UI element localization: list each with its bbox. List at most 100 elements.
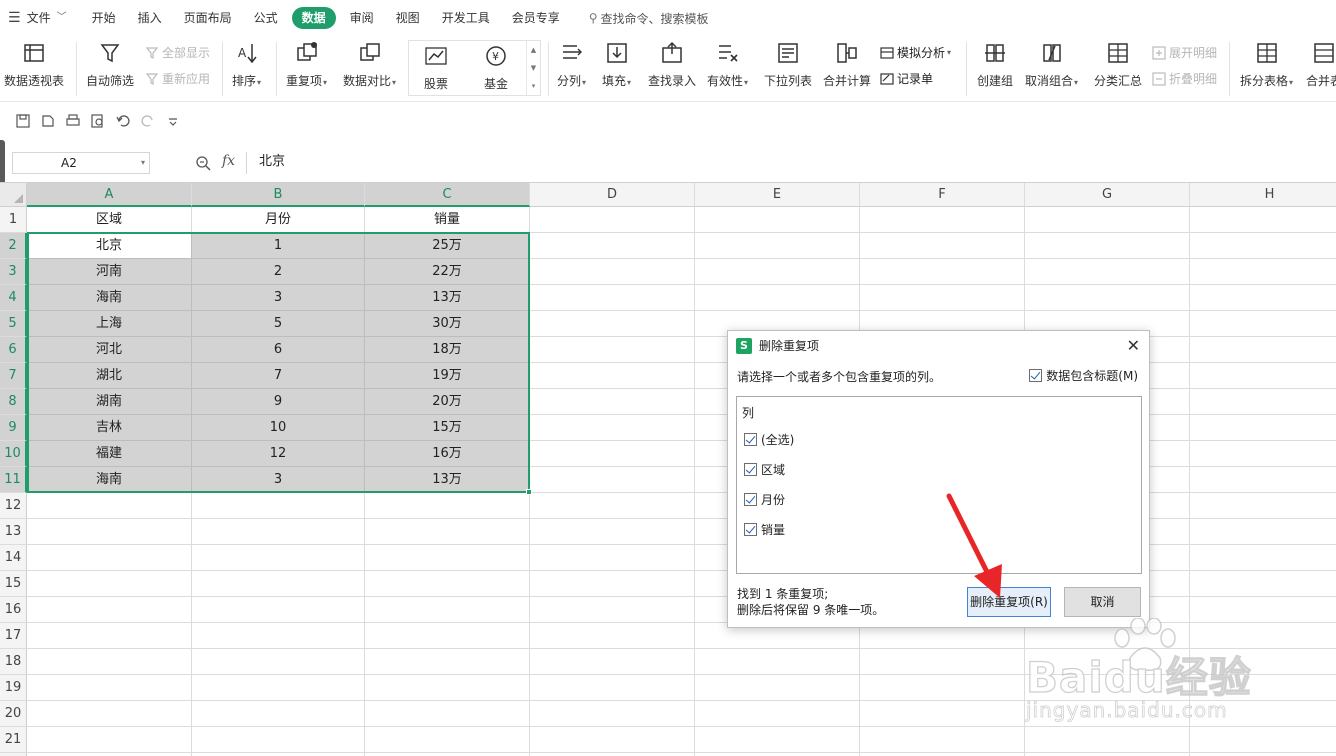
empty-cell[interactable]: [530, 649, 695, 675]
row-header[interactable]: 21: [0, 727, 27, 753]
empty-cell[interactable]: [530, 415, 695, 441]
row-header[interactable]: 20: [0, 701, 27, 727]
empty-cell[interactable]: [27, 493, 192, 519]
empty-cell[interactable]: [530, 727, 695, 753]
empty-cell[interactable]: [365, 727, 530, 753]
row-header[interactable]: 19: [0, 675, 27, 701]
empty-cell[interactable]: [695, 675, 860, 701]
export-pdf-icon[interactable]: [40, 113, 56, 129]
column-header[interactable]: C: [365, 183, 530, 207]
tab-data[interactable]: 数据: [291, 7, 336, 29]
data-cell[interactable]: 河北: [27, 337, 192, 363]
row-header[interactable]: 2: [0, 233, 27, 259]
has-header-checkbox[interactable]: 数据包含标题(M): [1029, 367, 1138, 384]
data-cell[interactable]: 湖南: [27, 389, 192, 415]
gallery-expand-icon[interactable]: ▾: [532, 82, 536, 90]
tab-insert[interactable]: 插入: [127, 7, 173, 29]
empty-cell[interactable]: [1190, 597, 1336, 623]
data-cell[interactable]: 13万: [365, 467, 530, 493]
row-header[interactable]: 10: [0, 441, 27, 467]
row-header[interactable]: 6: [0, 337, 27, 363]
empty-cell[interactable]: [530, 441, 695, 467]
empty-cell[interactable]: [530, 623, 695, 649]
ungroup-button[interactable]: 取消组合▾: [1025, 40, 1078, 89]
data-cell[interactable]: 30万: [365, 311, 530, 337]
row-header[interactable]: 14: [0, 545, 27, 571]
empty-cell[interactable]: [192, 727, 365, 753]
empty-cell[interactable]: [530, 571, 695, 597]
row-header[interactable]: 11: [0, 467, 27, 493]
empty-cell[interactable]: [27, 649, 192, 675]
select-all-corner[interactable]: [0, 183, 27, 207]
empty-cell[interactable]: [530, 285, 695, 311]
print-preview-icon[interactable]: [90, 113, 106, 129]
empty-cell[interactable]: [530, 701, 695, 727]
row-header[interactable]: 4: [0, 285, 27, 311]
empty-cell[interactable]: [860, 259, 1025, 285]
empty-cell[interactable]: [27, 545, 192, 571]
data-compare-button[interactable]: 数据对比▾: [343, 40, 396, 89]
stock-button[interactable]: 股票: [423, 43, 449, 92]
reapply-button[interactable]: 重新应用: [145, 70, 210, 87]
data-cell[interactable]: 25万: [365, 233, 530, 259]
row-header[interactable]: 7: [0, 363, 27, 389]
empty-cell[interactable]: [530, 363, 695, 389]
empty-cell[interactable]: [695, 207, 860, 233]
empty-cell[interactable]: [27, 597, 192, 623]
gallery-scrollbar[interactable]: ▲ ▼ ▾: [526, 41, 540, 95]
tab-review[interactable]: 审阅: [339, 7, 385, 29]
record-form-button[interactable]: 记录单: [880, 70, 933, 87]
empty-cell[interactable]: [1190, 519, 1336, 545]
column-header[interactable]: G: [1025, 183, 1190, 207]
data-cell[interactable]: 3: [192, 467, 365, 493]
empty-cell[interactable]: [192, 571, 365, 597]
empty-cell[interactable]: [1025, 675, 1190, 701]
empty-cell[interactable]: [860, 207, 1025, 233]
data-cell[interactable]: 福建: [27, 441, 192, 467]
column-header[interactable]: A: [27, 183, 192, 207]
customize-qat-icon[interactable]: [165, 113, 181, 129]
split-table-button[interactable]: 拆分表格▾: [1240, 40, 1293, 89]
tab-home[interactable]: 开始: [81, 7, 127, 29]
empty-cell[interactable]: [1190, 415, 1336, 441]
data-cell[interactable]: 7: [192, 363, 365, 389]
name-box[interactable]: A2 ▾: [12, 152, 150, 174]
print-icon[interactable]: [65, 113, 81, 129]
data-cell[interactable]: 19万: [365, 363, 530, 389]
active-cell[interactable]: 北京: [27, 233, 192, 259]
data-cell[interactable]: 海南: [27, 285, 192, 311]
empty-cell[interactable]: [365, 493, 530, 519]
empty-cell[interactable]: [1190, 545, 1336, 571]
data-cell[interactable]: 湖北: [27, 363, 192, 389]
empty-cell[interactable]: [1025, 233, 1190, 259]
column-header[interactable]: H: [1190, 183, 1336, 207]
empty-cell[interactable]: [365, 701, 530, 727]
empty-cell[interactable]: [192, 701, 365, 727]
empty-cell[interactable]: [27, 727, 192, 753]
empty-cell[interactable]: [192, 545, 365, 571]
column-header[interactable]: F: [860, 183, 1025, 207]
row-header[interactable]: 12: [0, 493, 27, 519]
autofilter-button[interactable]: 自动筛选: [86, 40, 134, 89]
empty-cell[interactable]: [365, 623, 530, 649]
empty-cell[interactable]: [192, 623, 365, 649]
empty-cell[interactable]: [860, 701, 1025, 727]
empty-cell[interactable]: [530, 337, 695, 363]
row-header[interactable]: 5: [0, 311, 27, 337]
checkbox-checked-icon[interactable]: [744, 523, 757, 536]
empty-cell[interactable]: [530, 467, 695, 493]
chevron-down-icon[interactable]: ▾: [141, 153, 145, 173]
expand-detail-button[interactable]: 展开明细: [1152, 44, 1217, 61]
data-cell[interactable]: 3: [192, 285, 365, 311]
header-cell[interactable]: 区域: [27, 207, 192, 233]
empty-cell[interactable]: [27, 623, 192, 649]
row-header[interactable]: 9: [0, 415, 27, 441]
data-cell[interactable]: 15万: [365, 415, 530, 441]
data-cell[interactable]: 13万: [365, 285, 530, 311]
data-cell[interactable]: 16万: [365, 441, 530, 467]
tab-formulas[interactable]: 公式: [243, 7, 289, 29]
data-cell[interactable]: 上海: [27, 311, 192, 337]
column-option-sales[interactable]: 销量: [744, 521, 785, 538]
column-header[interactable]: D: [530, 183, 695, 207]
empty-cell[interactable]: [530, 389, 695, 415]
